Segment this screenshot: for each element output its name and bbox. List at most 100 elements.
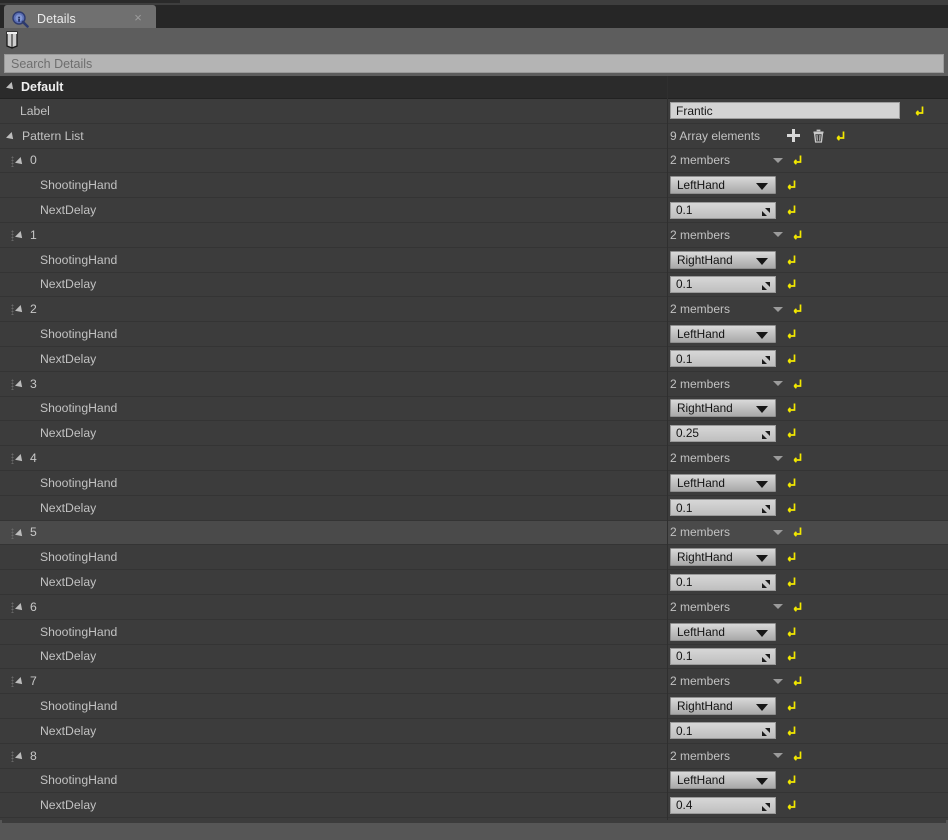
label-text-input[interactable]: Frantic	[670, 102, 900, 120]
reset-icon[interactable]	[792, 154, 803, 166]
reset-icon[interactable]	[786, 427, 797, 439]
column-splitter[interactable]	[667, 76, 668, 820]
shooting-hand-dropdown[interactable]: LeftHand	[670, 473, 776, 492]
next-delay-number-input[interactable]: 0.1	[670, 647, 776, 665]
chevron-expand-icon[interactable]	[15, 305, 25, 316]
chevron-down-icon[interactable]	[773, 232, 784, 238]
reset-icon[interactable]	[786, 650, 797, 662]
next-delay-number-input[interactable]: 0.1	[670, 275, 776, 293]
array-element-row[interactable]: 1 2 members	[0, 223, 948, 248]
shooting-hand-dropdown[interactable]: LeftHand	[670, 771, 776, 790]
drag-handle-icon[interactable]	[11, 155, 14, 167]
next-delay-number-input[interactable]: 0.1	[670, 350, 776, 368]
drag-value-icon[interactable]	[761, 801, 771, 811]
array-element-row[interactable]: 8 2 members	[0, 744, 948, 769]
close-icon[interactable]: ×	[132, 11, 144, 24]
chevron-down-icon[interactable]	[773, 455, 784, 461]
reset-icon[interactable]	[786, 502, 797, 514]
reset-icon[interactable]	[786, 328, 797, 340]
chevron-expand-icon[interactable]	[15, 751, 25, 762]
chevron-expand-icon[interactable]	[15, 379, 25, 390]
reset-icon[interactable]	[786, 725, 797, 737]
chevron-down-icon[interactable]	[773, 678, 784, 684]
reset-icon[interactable]	[786, 477, 797, 489]
drag-value-icon[interactable]	[761, 206, 771, 216]
drag-value-icon[interactable]	[761, 503, 771, 514]
array-element-row[interactable]: 5 2 members	[0, 520, 948, 546]
next-delay-number-input[interactable]: 0.4	[670, 796, 776, 814]
reset-icon[interactable]	[792, 750, 803, 762]
array-element-row[interactable]: 7 2 members	[0, 669, 948, 695]
reset-icon[interactable]	[835, 130, 846, 142]
reset-icon[interactable]	[786, 402, 797, 414]
reset-icon[interactable]	[786, 254, 797, 266]
shooting-hand-dropdown[interactable]: LeftHand	[670, 325, 776, 344]
search-input[interactable]: Search Details	[4, 54, 944, 73]
drag-handle-icon[interactable]	[11, 750, 14, 762]
drag-value-icon[interactable]	[761, 578, 771, 588]
chevron-down-icon[interactable]	[773, 306, 784, 312]
reset-icon[interactable]	[792, 526, 803, 538]
array-element-row[interactable]: 0 2 members	[0, 149, 948, 174]
chevron-expand-icon[interactable]	[15, 677, 25, 688]
reset-icon[interactable]	[792, 378, 803, 390]
drag-value-icon[interactable]	[761, 354, 771, 365]
chevron-down-icon[interactable]	[773, 529, 784, 535]
drag-value-icon[interactable]	[761, 429, 771, 439]
chevron-down-icon[interactable]	[773, 381, 784, 387]
chevron-expand-icon[interactable]	[15, 528, 25, 539]
array-element-row[interactable]: 4 2 members	[0, 446, 948, 471]
reset-icon[interactable]	[786, 278, 797, 290]
reset-icon[interactable]	[792, 675, 803, 687]
shooting-hand-dropdown[interactable]: RightHand	[670, 548, 776, 567]
reset-icon[interactable]	[792, 229, 803, 241]
chevron-expand-icon[interactable]	[15, 156, 25, 167]
drag-handle-icon[interactable]	[11, 378, 14, 390]
chevron-expand-icon[interactable]	[15, 231, 25, 241]
drag-handle-icon[interactable]	[11, 676, 14, 688]
reset-icon[interactable]	[914, 105, 925, 117]
delete-all-icon[interactable]	[812, 129, 825, 143]
next-delay-number-input[interactable]: 0.1	[670, 573, 776, 591]
next-delay-number-input[interactable]: 0.1	[670, 499, 776, 517]
drag-handle-icon[interactable]	[11, 229, 14, 241]
shooting-hand-dropdown[interactable]: RightHand	[670, 250, 776, 269]
drag-handle-icon[interactable]	[11, 601, 14, 613]
drag-handle-icon[interactable]	[11, 527, 14, 539]
reset-icon[interactable]	[786, 576, 797, 588]
reset-icon[interactable]	[786, 774, 797, 786]
reset-icon[interactable]	[786, 799, 797, 811]
shooting-hand-dropdown[interactable]: LeftHand	[670, 176, 776, 195]
category-header-default[interactable]: Default	[0, 76, 948, 99]
drag-handle-icon[interactable]	[11, 304, 14, 316]
reset-icon[interactable]	[786, 179, 797, 191]
next-delay-number-input[interactable]: 0.1	[670, 201, 776, 219]
array-element-row[interactable]: 2 2 members	[0, 297, 948, 323]
reset-icon[interactable]	[786, 353, 797, 365]
chevron-expand-icon[interactable]	[15, 602, 25, 613]
chevron-down-icon[interactable]	[773, 157, 784, 163]
shooting-hand-dropdown[interactable]: RightHand	[670, 697, 776, 716]
reset-icon[interactable]	[786, 626, 797, 638]
reset-icon[interactable]	[792, 601, 803, 613]
reset-icon[interactable]	[786, 551, 797, 563]
next-delay-number-input[interactable]: 0.25	[670, 424, 776, 442]
chevron-down-icon[interactable]	[773, 604, 784, 610]
add-element-icon[interactable]	[787, 129, 801, 143]
drag-handle-icon[interactable]	[11, 453, 14, 465]
chevron-expand-icon[interactable]	[6, 131, 16, 142]
array-element-row[interactable]: 3 2 members	[0, 372, 948, 397]
chevron-down-icon[interactable]	[773, 753, 784, 759]
reset-icon[interactable]	[792, 452, 803, 464]
reset-icon[interactable]	[786, 700, 797, 712]
reset-icon[interactable]	[786, 204, 797, 216]
array-element-row[interactable]: 6 2 members	[0, 595, 948, 620]
drag-value-icon[interactable]	[761, 280, 771, 290]
chevron-expand-icon[interactable]	[15, 454, 25, 465]
column-filter-icon[interactable]	[4, 30, 22, 50]
reset-icon[interactable]	[792, 303, 803, 315]
shooting-hand-dropdown[interactable]: RightHand	[670, 399, 776, 418]
next-delay-number-input[interactable]: 0.1	[670, 722, 776, 740]
shooting-hand-dropdown[interactable]: LeftHand	[670, 622, 776, 641]
drag-value-icon[interactable]	[761, 726, 771, 737]
